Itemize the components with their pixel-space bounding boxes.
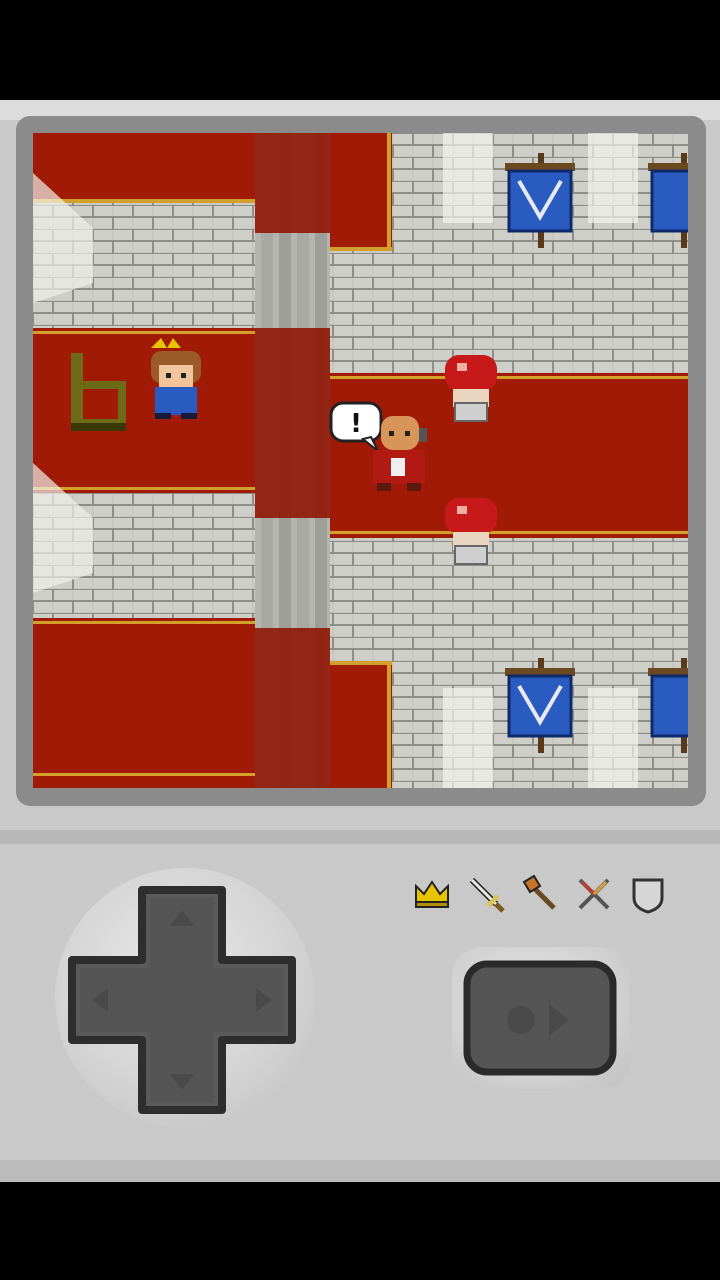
left-carpet-top (33, 133, 268, 203)
record-dot-icon (507, 1006, 535, 1034)
dpad[interactable] (62, 880, 302, 1120)
sword-icon[interactable] (466, 874, 506, 914)
left-carpet-middle (33, 328, 268, 493)
shield-icon[interactable] (628, 874, 668, 914)
screen-divider (0, 830, 720, 844)
crown-icon[interactable] (412, 874, 452, 914)
castle-throne-room-scene: ! (33, 133, 688, 788)
bald-advisor-character[interactable] (373, 416, 427, 491)
right-carpet-bottom (330, 661, 392, 788)
axe-icon[interactable] (520, 874, 560, 914)
right-carpet-top (330, 133, 392, 251)
crossed-weapons-icon[interactable] (574, 874, 614, 914)
stairs (255, 133, 330, 788)
action-button[interactable] (463, 960, 617, 1076)
speech-bubble-text: ! (350, 409, 362, 439)
left-carpet-bottom (33, 618, 268, 788)
console-bottom-rim (0, 1160, 720, 1182)
game-screen[interactable]: ! (33, 133, 688, 788)
